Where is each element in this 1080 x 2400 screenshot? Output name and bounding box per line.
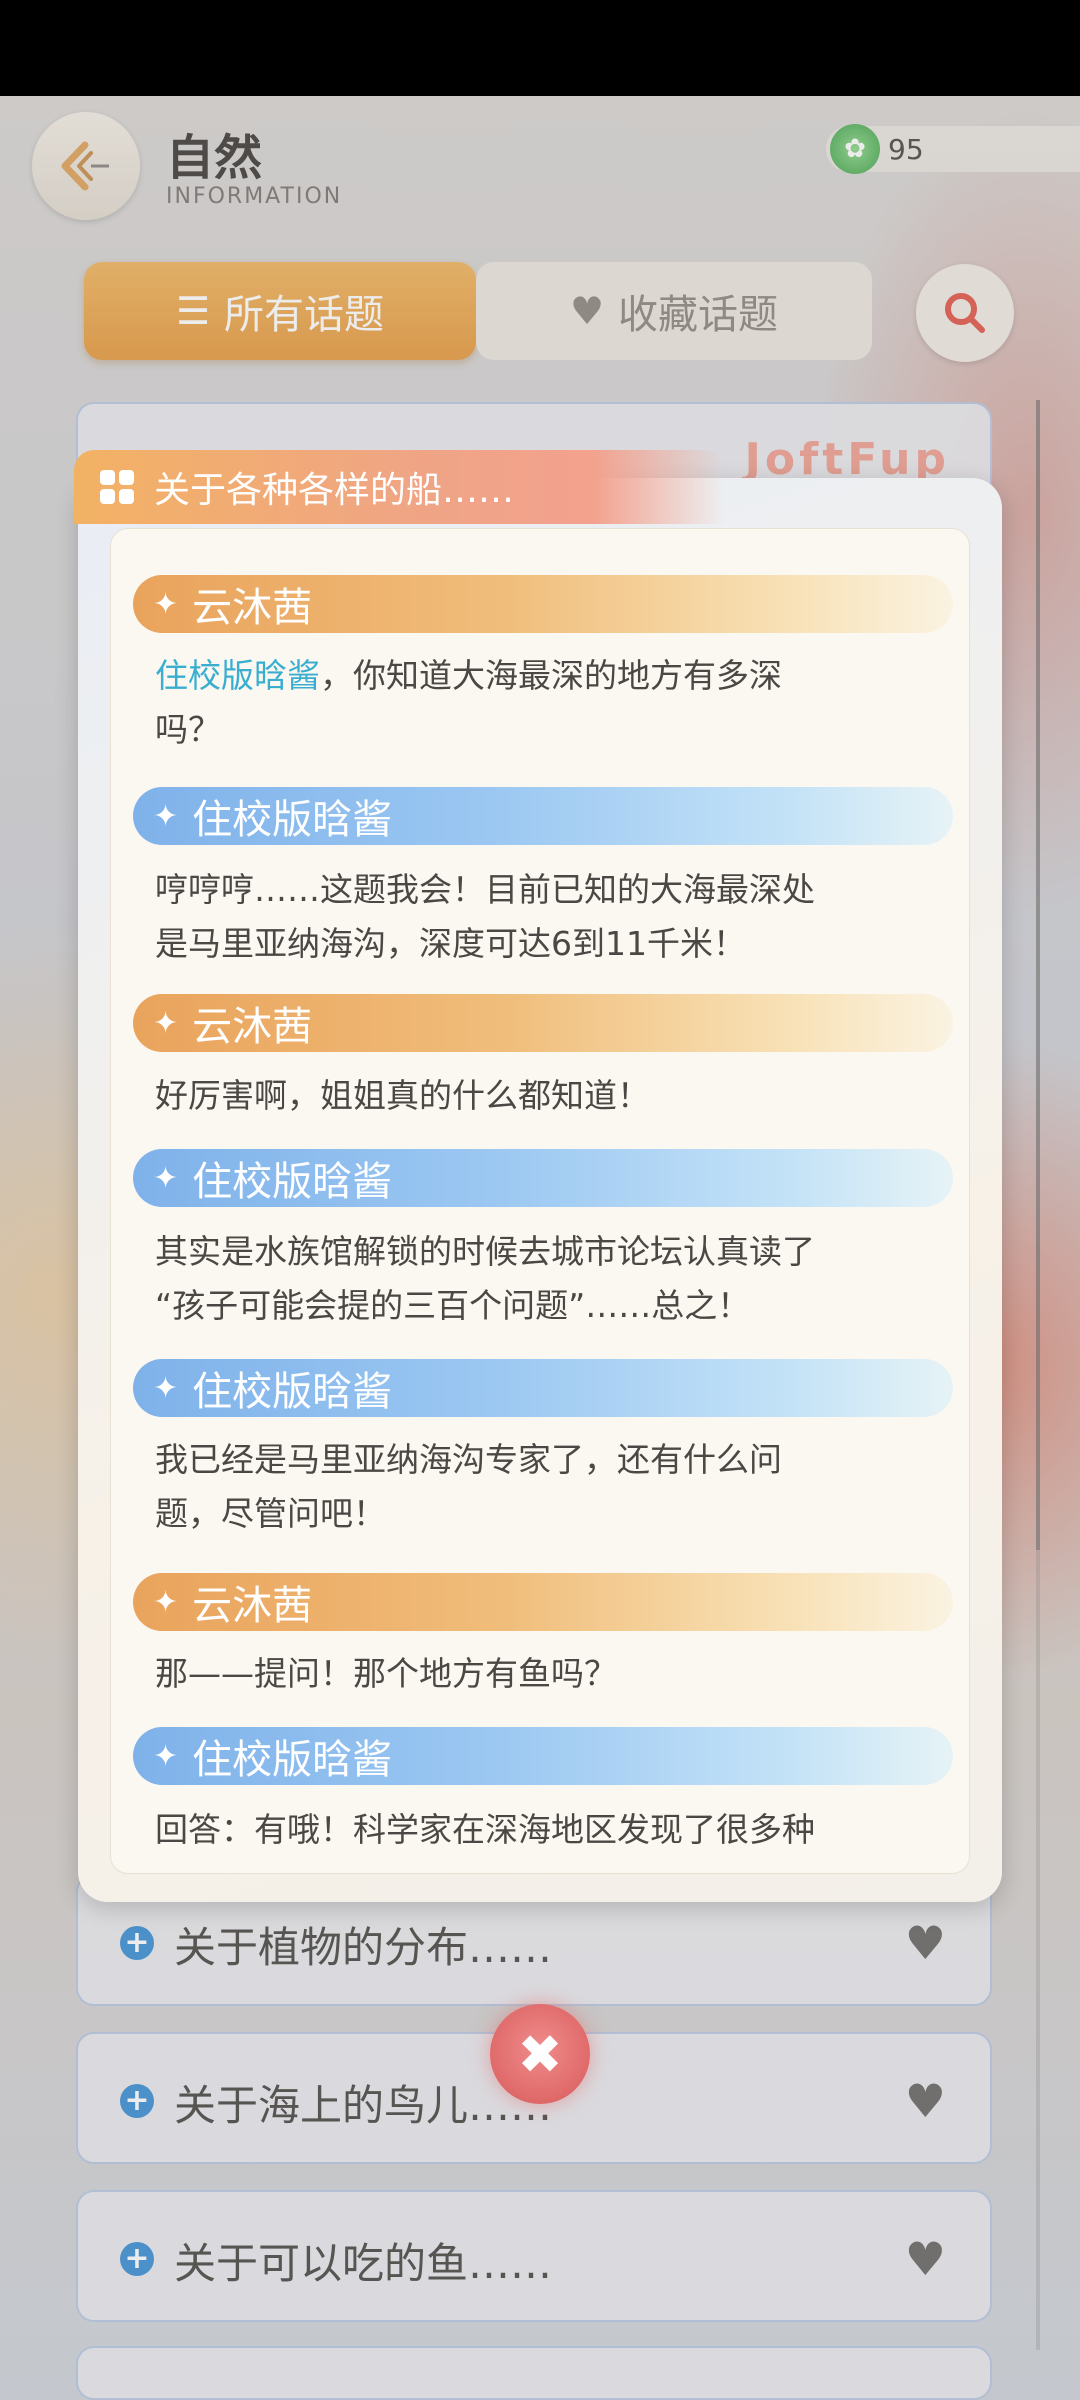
dialog-line: 哼哼哼……这题我会！目前已知的大海最深处 是马里亚纳海沟，深度可达6到11千米！ <box>155 870 815 963</box>
highlighted-name: 住校版晗酱 <box>155 656 320 695</box>
sparkle-icon: ✦ <box>153 1370 179 1406</box>
speaker-name: 云沐茜 <box>192 585 313 631</box>
speaker-banner: ✦ 云沐茜 <box>133 575 953 633</box>
dialog-title-tab: 关于各种各样的船…… <box>74 450 724 524</box>
speaker-name: 云沐茜 <box>192 1583 313 1629</box>
dialog-line: 我已经是马里亚纳海沟专家了，还有什么问 题，尽管问吧！ <box>155 1440 782 1533</box>
speaker-banner: ✦ 住校版晗酱 <box>133 1359 953 1417</box>
speaker-banner: ✦ 云沐茜 <box>133 994 953 1052</box>
sparkle-icon: ✦ <box>153 798 179 834</box>
speaker-banner: ✦ 云沐茜 <box>133 1573 953 1631</box>
speaker-banner: ✦ 住校版晗酱 <box>133 787 953 845</box>
conversation-dialog: ✦ 云沐茜 住校版晗酱，你知道大海最深的地方有多深 吗？ ✦ 住校版晗酱 哼哼哼… <box>78 478 1002 1902</box>
sparkle-icon: ✦ <box>153 1160 179 1196</box>
speaker-banner: ✦ 住校版晗酱 <box>133 1727 953 1785</box>
speaker-name: 住校版晗酱 <box>192 797 393 843</box>
speaker-name: 住校版晗酱 <box>192 1737 393 1783</box>
dialog-line: 好厉害啊，姐姐真的什么都知道！ <box>155 1076 650 1115</box>
speaker-name: 住校版晗酱 <box>192 1369 393 1415</box>
dialog-title: 关于各种各样的船…… <box>154 470 515 511</box>
grid-icon <box>100 470 134 504</box>
speaker-name: 云沐茜 <box>192 1004 313 1050</box>
dialog-line: 其实是水族馆解锁的时候去城市论坛认真读了 “孩子可能会提的三百个问题”……总之！ <box>155 1232 815 1325</box>
sparkle-icon: ✦ <box>153 1005 179 1041</box>
sparkle-icon: ✦ <box>153 586 179 622</box>
conversation-scroll-area[interactable]: ✦ 云沐茜 住校版晗酱，你知道大海最深的地方有多深 吗？ ✦ 住校版晗酱 哼哼哼… <box>110 528 970 1874</box>
status-bar <box>0 0 1080 96</box>
dialog-line: 那——提问！那个地方有鱼吗？ <box>155 1654 617 1693</box>
speaker-banner: ✦ 住校版晗酱 <box>133 1149 953 1207</box>
dialog-line: 回答：有哦！科学家在深海地区发现了很多种 <box>155 1810 815 1849</box>
close-button[interactable]: ✖ <box>490 2004 590 2104</box>
close-icon: ✖ <box>517 2022 563 2086</box>
dialog-line: 住校版晗酱，你知道大海最深的地方有多深 吗？ <box>155 656 782 749</box>
sparkle-icon: ✦ <box>153 1584 179 1620</box>
speaker-name: 住校版晗酱 <box>192 1159 393 1205</box>
sparkle-icon: ✦ <box>153 1738 179 1774</box>
